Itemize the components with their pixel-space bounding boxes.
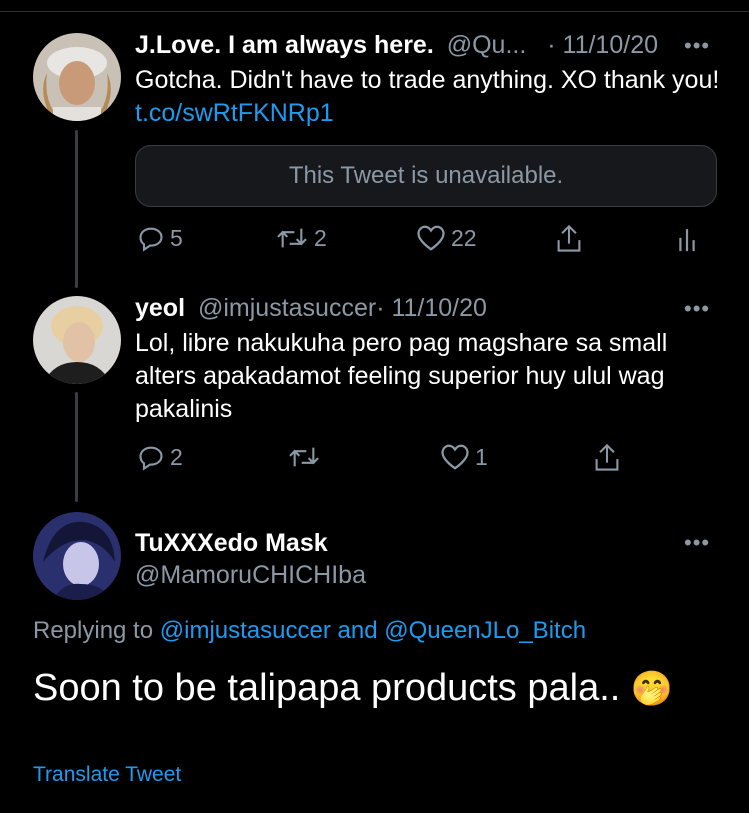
replying-user-link[interactable]: @QueenJLo_Bitch <box>384 617 586 644</box>
reply-count: 5 <box>170 224 183 251</box>
author-name[interactable]: J.Love. I am always here. <box>135 31 434 59</box>
top-divider <box>0 11 749 12</box>
reply-button[interactable]: 2 <box>137 443 183 471</box>
like-button[interactable]: 1 <box>440 443 488 471</box>
quoted-tweet-unavailable: This Tweet is unavailable. <box>135 145 717 207</box>
reply-button[interactable]: 5 <box>137 224 183 252</box>
replying-to: Replying to @imjustasuccer and @QueenJLo… <box>33 616 586 646</box>
replying-and: and <box>330 617 385 644</box>
more-options-icon[interactable]: ••• <box>684 35 710 57</box>
avatar-jlove[interactable] <box>33 33 121 121</box>
analytics-button[interactable] <box>676 224 698 254</box>
thread-line-2 <box>75 392 78 502</box>
thread-line-1 <box>75 130 78 288</box>
share-icon <box>595 443 619 471</box>
main-author-name: TuXXXedo Mask <box>135 528 328 558</box>
retweet-button[interactable] <box>287 443 321 471</box>
share-button[interactable] <box>593 443 621 473</box>
author-name[interactable]: TuXXXedo Mask <box>135 529 328 557</box>
tweet-date[interactable]: · 11/10/20 <box>376 294 487 322</box>
tweet-text: Lol, libre nakukuha pero pag magshare sa… <box>135 329 668 423</box>
tweet-header: yeol @imjustasuccer· 11/10/20 <box>135 293 487 323</box>
retweet-count: 2 <box>314 224 327 251</box>
heart-icon <box>417 225 445 251</box>
main-tweet-text: Soon to be talipapa products pala.. 🤭 <box>33 664 733 713</box>
tweet-header: J.Love. I am always here. @Qu... · 11/10… <box>135 30 658 60</box>
translate-tweet-link[interactable]: Translate Tweet <box>33 760 181 790</box>
reply-icon <box>139 227 163 252</box>
avatar-tuxxxedo[interactable] <box>33 512 121 600</box>
author-handle[interactable]: @Qu... <box>447 31 527 59</box>
avatar-yeol[interactable] <box>33 296 121 384</box>
author-handle[interactable]: @imjustasuccer <box>198 294 376 322</box>
reply-count: 2 <box>170 443 183 470</box>
replying-prefix: Replying to <box>33 617 160 644</box>
retweet-icon <box>289 447 319 467</box>
replying-user-link[interactable]: @imjustasuccer <box>160 617 331 644</box>
tweet-text: Gotcha. Didn't have to trade anything. X… <box>135 64 735 130</box>
heart-icon <box>441 444 469 470</box>
main-author-handle[interactable]: @MamoruCHICHIba <box>135 560 366 590</box>
like-count: 1 <box>475 443 488 470</box>
more-options-icon[interactable]: ••• <box>684 532 710 554</box>
like-button[interactable]: 22 <box>416 224 477 252</box>
main-tweet-text-content: Soon to be talipapa products pala.. <box>33 667 631 709</box>
share-icon <box>557 224 581 252</box>
like-count: 22 <box>451 224 477 251</box>
tweet-date[interactable]: · 11/10/20 <box>547 31 658 59</box>
reply-icon <box>139 446 163 471</box>
tweet-text-content: Gotcha. Didn't have to trade anything. X… <box>135 66 720 94</box>
author-name[interactable]: yeol <box>135 294 185 322</box>
tweet-link[interactable]: t.co/swRtFKNRp1 <box>135 99 334 127</box>
more-options-icon[interactable]: ••• <box>684 298 710 320</box>
analytics-icon <box>679 229 695 252</box>
retweet-icon <box>277 228 307 248</box>
face-with-hand-over-mouth-icon: 🤭 <box>630 670 674 708</box>
share-button[interactable] <box>555 224 583 254</box>
retweet-button[interactable]: 2 <box>275 224 327 252</box>
